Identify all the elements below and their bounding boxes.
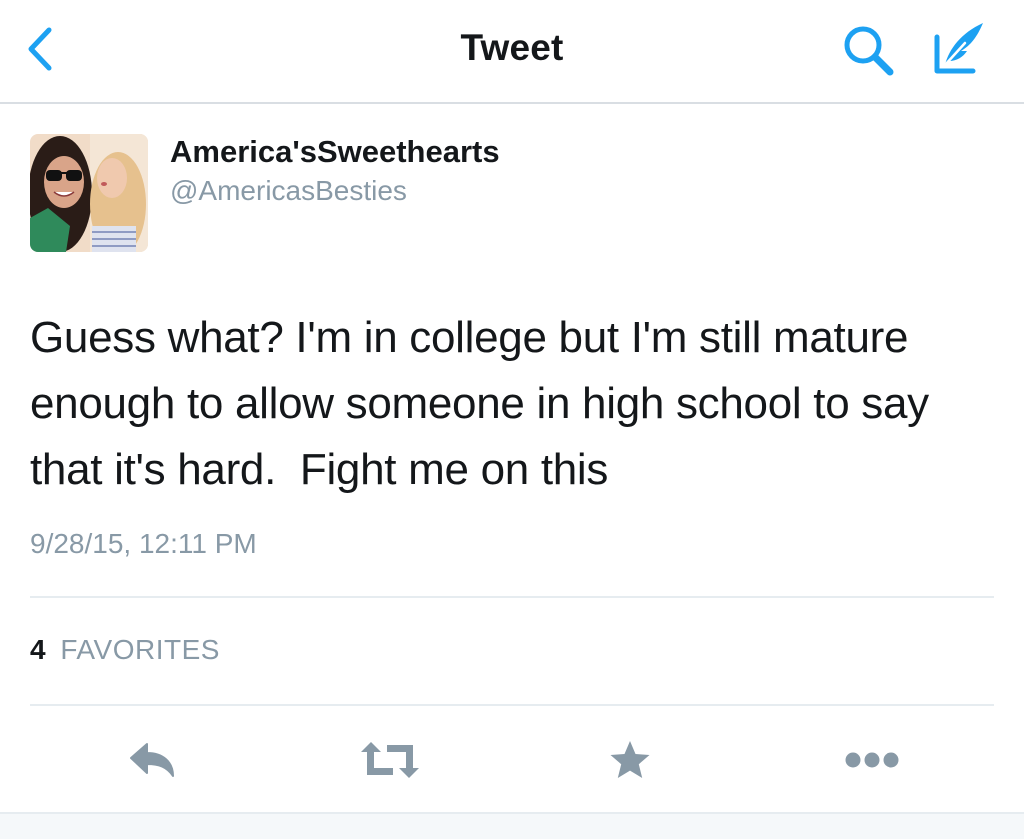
divider <box>30 596 994 598</box>
favorites-label: FAVORITES <box>60 634 220 665</box>
reply-button[interactable] <box>120 732 184 788</box>
more-options-button[interactable] <box>840 732 904 788</box>
search-icon <box>844 26 894 76</box>
compose-tweet-button[interactable] <box>928 16 992 80</box>
favorite-button[interactable] <box>598 732 662 788</box>
avatar-photo <box>30 134 148 252</box>
author-avatar[interactable] <box>30 134 148 252</box>
retweet-icon <box>361 742 419 778</box>
divider <box>30 704 994 706</box>
tweet-text: Guess what? I'm in college but I'm still… <box>30 313 941 494</box>
search-button[interactable] <box>838 20 898 80</box>
retweet-button[interactable] <box>358 732 422 788</box>
tweet-detail-screen: Tweet America'sSweethearts @AmericasBest… <box>0 0 1024 839</box>
reply-icon <box>130 743 174 777</box>
tweet-timestamp: 9/28/15, 12:11 PM <box>30 528 257 559</box>
favorites-count-row[interactable]: 4 FAVORITES <box>30 634 220 666</box>
compose-tweet-icon <box>934 23 983 74</box>
author-name[interactable]: America'sSweethearts <box>170 134 500 170</box>
bottom-strip <box>0 812 1024 839</box>
author-handle[interactable]: @AmericasBesties <box>170 175 407 207</box>
navigation-bar: Tweet <box>0 0 1024 104</box>
favorite-star-icon <box>610 741 650 778</box>
favorites-count: 4 <box>30 634 47 665</box>
more-dots-icon <box>845 752 899 768</box>
